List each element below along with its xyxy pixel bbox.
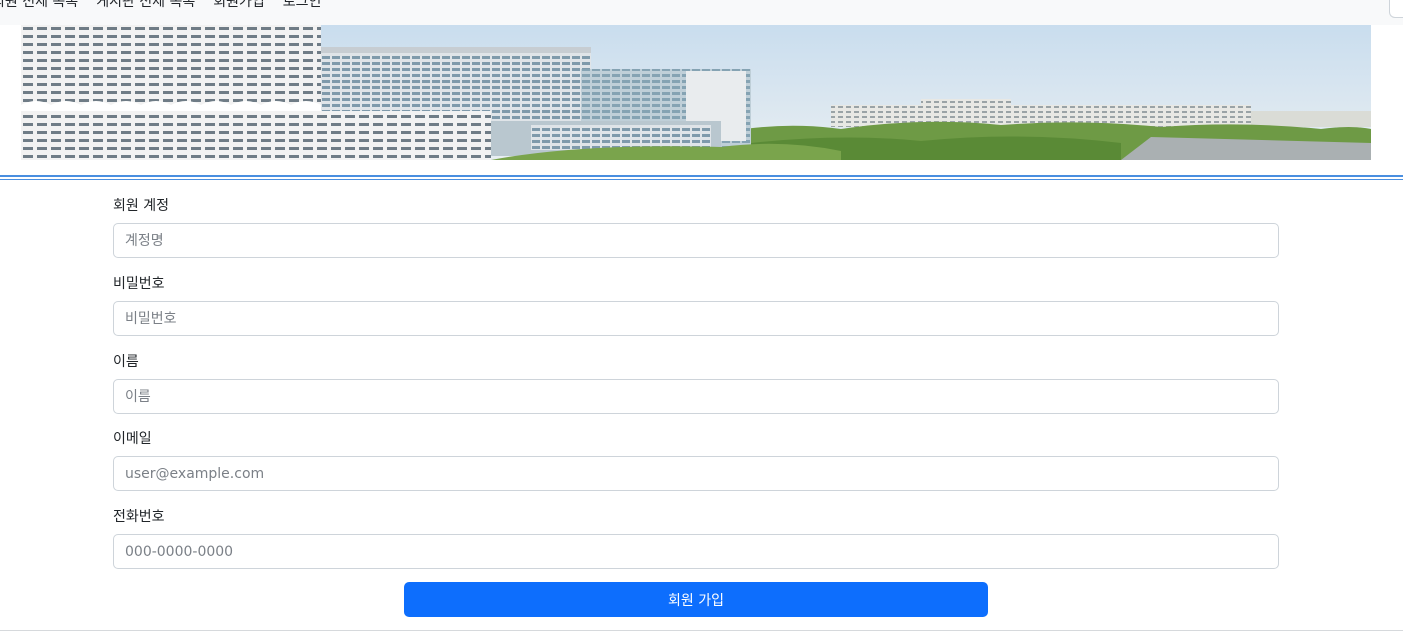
header-divider <box>0 175 1403 180</box>
bottom-divider <box>0 630 1403 631</box>
password-input[interactable] <box>113 301 1279 336</box>
phone-field: 전화번호 <box>113 507 1279 585</box>
email-field: 이메일 <box>113 429 1279 507</box>
name-input[interactable] <box>113 379 1279 414</box>
email-input[interactable] <box>113 456 1279 491</box>
nav-links: 회원 전체 목록 게시판 전체 목록 회원가입 로그인 <box>0 0 321 11</box>
nav-login[interactable]: 로그인 <box>283 0 322 11</box>
hospital-building-photo-icon <box>21 25 1371 160</box>
password-label: 비밀번호 <box>113 276 165 292</box>
signup-submit-button[interactable]: 회원 가입 <box>404 582 988 617</box>
nav-signup[interactable]: 회원가입 <box>213 0 265 11</box>
nav-board-list[interactable]: 게시판 전체 목록 <box>96 0 195 11</box>
email-label: 이메일 <box>113 431 152 447</box>
password-field: 비밀번호 <box>113 274 1279 352</box>
top-navbar: 회원 전체 목록 게시판 전체 목록 회원가입 로그인 <box>0 0 1403 25</box>
phone-input[interactable] <box>113 534 1279 569</box>
name-field: 이름 <box>113 352 1279 429</box>
account-label: 회원 계정 <box>113 198 169 214</box>
nav-member-list[interactable]: 회원 전체 목록 <box>0 0 78 11</box>
navbar-toggle-button[interactable] <box>1389 0 1403 18</box>
phone-label: 전화번호 <box>113 509 165 525</box>
name-label: 이름 <box>113 354 139 370</box>
banner-image <box>21 25 1371 160</box>
account-field: 회원 계정 <box>113 196 1279 274</box>
signup-form: 회원 계정 비밀번호 이름 이메일 전화번호 <box>113 196 1279 585</box>
account-input[interactable] <box>113 223 1279 258</box>
